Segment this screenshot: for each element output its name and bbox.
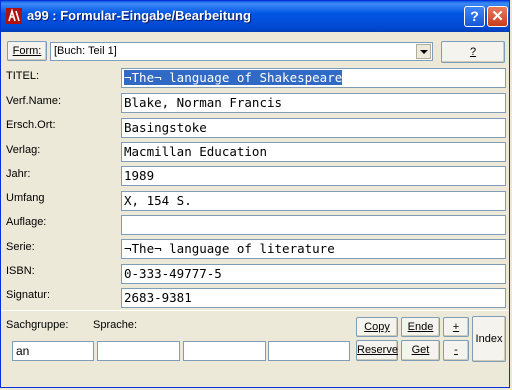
reserve-button[interactable]: Reserve (356, 340, 398, 361)
label-sprache: Sprache: (93, 319, 138, 331)
field-sachgruppe[interactable]: an (12, 341, 94, 361)
label-verlag: Verlag: (6, 144, 41, 156)
label-ersch-ort: Ersch.Ort: (6, 119, 56, 131)
index-button-label: Index (475, 333, 503, 345)
field-auflage[interactable] (121, 215, 506, 235)
form-select-value: [Buch: Teil 1] (54, 45, 117, 57)
field-verlag[interactable]: Macmillan Education (121, 142, 506, 162)
minus-button[interactable]: - (443, 340, 469, 361)
label-signatur: Signatur: (6, 289, 51, 301)
field-serie[interactable]: ¬The¬ language of literature (121, 239, 506, 259)
form-button[interactable]: Form: (7, 41, 47, 61)
help-button-label: ? (469, 46, 477, 58)
field-verf-name[interactable]: Blake, Norman Francis (121, 93, 506, 113)
copy-button-label: Copy (364, 321, 390, 333)
minus-button-label: - (454, 344, 458, 356)
label-verf-name: Verf.Name: (6, 95, 62, 107)
label-jahr: Jahr: (6, 168, 31, 180)
field-titel[interactable]: ¬The¬ language of Shakespeare (121, 68, 506, 88)
get-button[interactable]: Get (401, 340, 440, 361)
label-sachgruppe: Sachgruppe: (6, 319, 69, 331)
field-isbn[interactable]: 0-333-49777-5 (121, 264, 506, 284)
get-button-label: Get (411, 344, 430, 356)
plus-button[interactable]: + (443, 317, 469, 337)
close-button[interactable]: ✕ (487, 6, 508, 27)
field-signatur[interactable]: 2683-9381 (121, 288, 506, 308)
field-extra-1[interactable] (183, 341, 266, 361)
index-button[interactable]: Index (472, 316, 506, 362)
reserve-button-label: Reserve (357, 344, 398, 356)
label-serie: Serie: (6, 241, 35, 253)
label-umfang: Umfang (6, 192, 45, 204)
help-title-button[interactable]: ? (464, 6, 485, 27)
field-extra-2[interactable] (268, 341, 350, 361)
field-sprache[interactable] (97, 341, 180, 361)
label-auflage: Auflage: (6, 216, 47, 228)
main-window: a99 : Formular-Eingabe/Bearbeitung ? ✕ F… (0, 0, 510, 388)
title-bar[interactable]: a99 : Formular-Eingabe/Bearbeitung ? ✕ (1, 1, 509, 32)
field-jahr[interactable]: 1989 (121, 166, 506, 186)
plus-button-label: + (452, 321, 460, 333)
window-title: a99 : Formular-Eingabe/Bearbeitung (27, 8, 251, 23)
help-button[interactable]: ? (441, 41, 505, 63)
label-isbn: ISBN: (6, 265, 35, 277)
ende-button[interactable]: Ende (401, 317, 440, 337)
label-titel: TITEL: (6, 70, 40, 82)
app-icon (6, 8, 22, 24)
field-umfang[interactable]: X, 154 S. (121, 191, 506, 211)
field-titel-value: ¬The¬ language of Shakespeare (124, 70, 343, 85)
field-ersch-ort[interactable]: Basingstoke (121, 118, 506, 138)
form-button-label: Form: (12, 45, 42, 57)
copy-button[interactable]: Copy (356, 317, 398, 337)
chevron-down-icon[interactable] (416, 44, 431, 59)
ende-button-label: Ende (407, 321, 434, 333)
form-select[interactable]: [Buch: Teil 1] (50, 42, 433, 61)
